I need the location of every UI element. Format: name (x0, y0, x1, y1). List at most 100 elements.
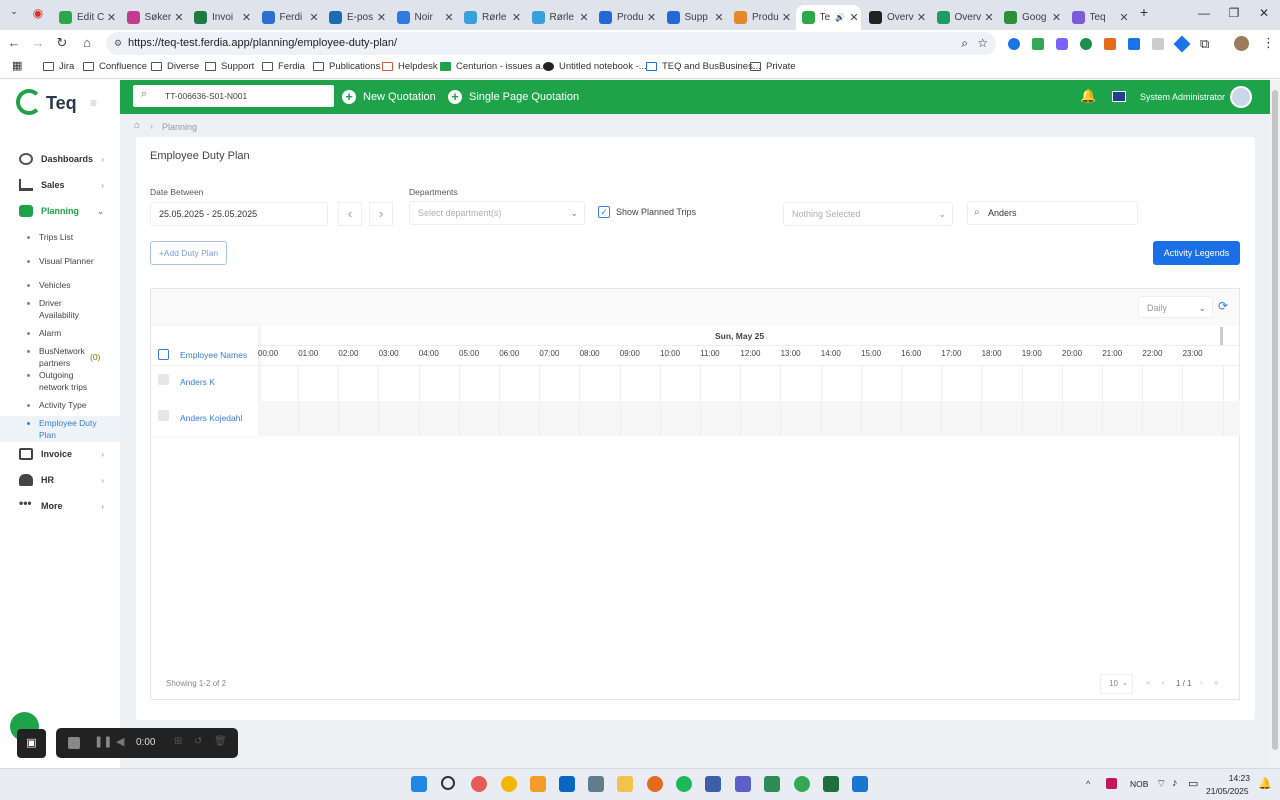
tab-close-icon[interactable]: ✕ (847, 11, 861, 24)
linkedin-icon[interactable] (559, 776, 575, 792)
tab-close-icon[interactable]: ✕ (1050, 11, 1064, 24)
calculator-icon[interactable] (588, 776, 604, 792)
stop-icon[interactable] (68, 737, 80, 749)
browser-tab[interactable]: Noir ✕ (391, 5, 457, 30)
sidebar-item-employee-duty-plan[interactable]: Employee Duty Plan (27, 417, 120, 441)
tab-close-icon[interactable]: ✕ (375, 11, 389, 24)
view-mode-select[interactable]: Daily ⌄ (1138, 296, 1213, 318)
browser-tab[interactable]: Goog ✕ (998, 5, 1064, 30)
annotate-icon[interactable]: ⊞ (174, 736, 182, 747)
clock-time[interactable]: 14:23 (1214, 773, 1250, 783)
user-avatar[interactable] (1230, 86, 1252, 108)
row-checkbox[interactable] (158, 374, 169, 385)
extension-icon-3[interactable] (1128, 38, 1140, 50)
close-window-button[interactable]: ✕ (1254, 6, 1274, 20)
tray-app-icon[interactable] (1106, 778, 1117, 789)
profile-avatar[interactable] (1234, 36, 1249, 51)
tab-close-icon[interactable]: ✕ (982, 11, 996, 24)
browser-tab[interactable]: Edit C ✕ (53, 5, 119, 30)
tab-close-icon[interactable]: ✕ (645, 11, 659, 24)
record-icon[interactable]: ◉ (28, 6, 48, 20)
bookmark-teq-busbusiness[interactable]: TEQ and BusBusines... (646, 61, 761, 72)
tab-close-icon[interactable]: ✕ (712, 11, 726, 24)
scrollbar-thumb[interactable] (1272, 90, 1278, 750)
audio-playing-icon[interactable]: 🔊 (833, 13, 847, 22)
nav-sales[interactable]: Sales › (0, 174, 120, 196)
nav-dashboards[interactable]: Dashboards › (0, 148, 120, 170)
bookmark-publications[interactable]: Publications (313, 61, 380, 72)
tab-close-icon[interactable]: ✕ (915, 11, 929, 24)
back-icon[interactable]: ← (5, 35, 23, 50)
bookmark-jira[interactable]: Jira (43, 61, 74, 72)
taskbar-search-icon[interactable] (441, 776, 455, 790)
date-range-input[interactable]: 25.05.2025 - 25.05.2025 (150, 202, 328, 226)
browser-tab[interactable]: Overv ✕ (863, 5, 929, 30)
global-search-input[interactable]: ⌕ TT-006636-S01-N001 (133, 85, 334, 107)
taskbar-app-2-icon[interactable] (530, 776, 546, 792)
taskbar-app-3-icon[interactable] (764, 776, 780, 792)
battery-icon[interactable]: ▭ (1188, 777, 1198, 790)
last-page-button[interactable]: » (1214, 678, 1218, 687)
browser-tab[interactable]: E-pos ✕ (323, 5, 389, 30)
breadcrumb[interactable]: Planning (162, 122, 197, 132)
sidebar-item-alarm[interactable]: Alarm (27, 327, 120, 339)
browser-tab[interactable]: Rørle ✕ (526, 5, 592, 30)
restore-button[interactable]: ❐ (1224, 6, 1244, 20)
home-icon[interactable]: ⌂ (78, 35, 96, 50)
tab-close-icon[interactable]: ✕ (307, 11, 321, 24)
tab-close-icon[interactable]: ✕ (1117, 11, 1131, 24)
remote-desktop-icon[interactable] (705, 776, 721, 792)
teams-icon[interactable] (735, 776, 751, 792)
next-date-button[interactable]: › (369, 202, 393, 226)
home-icon[interactable]: ⌂ (134, 120, 140, 131)
clock-date[interactable]: 21/05/2025 (1206, 786, 1249, 796)
drive-extension-icon[interactable] (1032, 38, 1044, 50)
new-tab-button[interactable]: + (1134, 4, 1154, 20)
tab-close-icon[interactable]: ✕ (577, 11, 591, 24)
prev-page-button[interactable]: ‹ (1162, 678, 1165, 687)
show-planned-trips-checkbox[interactable]: ✓ (598, 206, 610, 218)
filter-select[interactable]: Nothing Selected ⌄ (783, 202, 953, 226)
prev-date-button[interactable]: ‹ (338, 202, 362, 226)
bookmark-diverse[interactable]: Diverse (151, 61, 199, 72)
volume-icon[interactable]: ♪ (1172, 777, 1178, 789)
browser-tab[interactable]: Rørle ✕ (458, 5, 524, 30)
extension-icon-5[interactable] (1173, 35, 1191, 53)
pause-icon[interactable]: ❚❚ (94, 735, 112, 748)
tab-close-icon[interactable]: ✕ (780, 11, 794, 24)
camera-icon[interactable]: ▣ (17, 729, 46, 758)
first-page-button[interactable]: « (1146, 678, 1150, 687)
extension-badge-icon[interactable] (1056, 38, 1068, 50)
single-page-quotation-button[interactable]: + Single Page Quotation (448, 89, 579, 105)
extension-icon-4[interactable] (1152, 38, 1164, 50)
browser-tab[interactable]: Søker ✕ (121, 5, 187, 30)
browser-menu-icon[interactable]: ⋮ (1262, 35, 1275, 51)
minimize-button[interactable]: — (1194, 6, 1214, 20)
user-name[interactable]: System Administrator (1140, 92, 1225, 102)
sidebar-item-trips-list[interactable]: Trips List (27, 231, 120, 243)
language-indicator[interactable]: NOB (1130, 779, 1148, 789)
bookmark-ferdia[interactable]: Ferdia (262, 61, 305, 72)
sidebar-item-driver-availability[interactable]: Driver Availability (27, 297, 120, 321)
extension-icon[interactable] (1008, 38, 1020, 50)
tab-close-icon[interactable]: ✕ (172, 11, 186, 24)
new-quotation-button[interactable]: + New Quotation (342, 89, 436, 105)
browser-tab[interactable]: Te 🔊 ✕ (795, 5, 861, 30)
next-page-button[interactable]: › (1200, 678, 1203, 687)
bookmark-confluence[interactable]: Confluence (83, 61, 147, 72)
refresh-icon[interactable]: ⟳ (1218, 299, 1228, 313)
browser-tab[interactable]: Produ ✕ (728, 5, 794, 30)
bookmark-star-icon[interactable]: ☆ (977, 32, 988, 55)
uk-flag-icon[interactable] (1112, 91, 1126, 102)
apps-grid-icon[interactable]: ▦ (12, 59, 22, 72)
extension-icon-2[interactable] (1104, 38, 1116, 50)
notifications-icon[interactable]: 🔔 (1258, 777, 1272, 790)
page-size-select[interactable]: 10 ⌄ (1100, 674, 1133, 694)
employee-search-input[interactable]: ⌕ Anders (967, 201, 1138, 225)
sidebar-item-vehicles[interactable]: Vehicles (27, 279, 120, 291)
bookmark-support[interactable]: Support (205, 61, 254, 72)
row-checkbox[interactable] (158, 410, 169, 421)
show-hidden-icons[interactable]: ^ (1086, 779, 1090, 789)
file-explorer-icon[interactable] (617, 776, 633, 792)
restart-icon[interactable]: ↺ (194, 736, 202, 747)
